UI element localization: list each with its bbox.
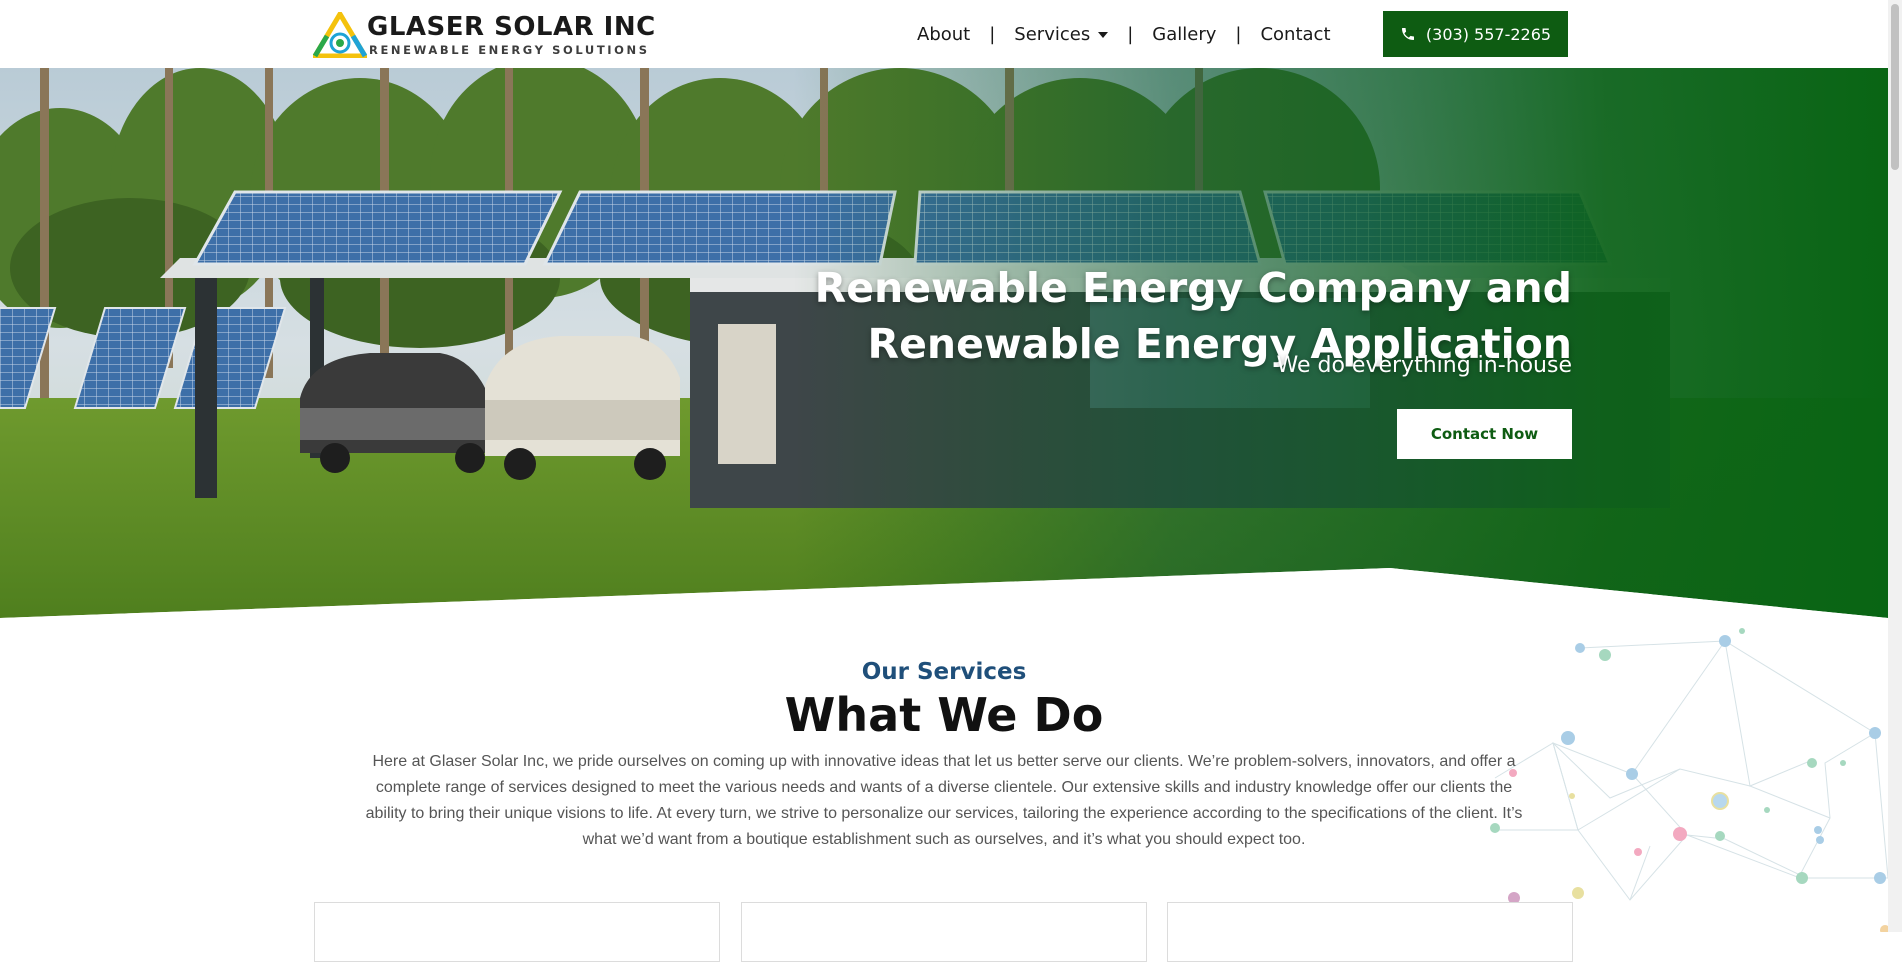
service-card[interactable] xyxy=(741,902,1147,962)
nav-services-label: Services xyxy=(1014,23,1091,45)
services-section: Our Services What We Do Here at Glaser S… xyxy=(0,618,1888,962)
nav-contact[interactable]: Contact xyxy=(1243,24,1347,45)
nav-separator: | xyxy=(1127,23,1134,45)
services-intro-text: Here at Glaser Solar Inc, we pride ourse… xyxy=(365,753,1523,848)
site-logo[interactable]: GLASER SOLAR INC RENEWABLE ENERGY SOLUTI… xyxy=(313,10,655,60)
main-nav: About | Services | Gallery | Contact xyxy=(900,0,1348,68)
hero-section: Renewable Energy Company and Renewable E… xyxy=(0,68,1888,618)
chevron-down-icon xyxy=(1098,32,1109,38)
nav-services[interactable]: Services xyxy=(997,24,1125,45)
contact-now-button[interactable]: Contact Now xyxy=(1397,409,1572,459)
phone-button[interactable]: (303) 557-2265 xyxy=(1383,11,1568,57)
logo-triangle-icon xyxy=(313,12,367,58)
service-card[interactable] xyxy=(1167,902,1573,962)
phone-icon xyxy=(1401,28,1414,40)
nav-about[interactable]: About xyxy=(900,24,987,45)
scrollbar-thumb[interactable] xyxy=(1891,4,1899,170)
nav-gallery[interactable]: Gallery xyxy=(1135,24,1233,45)
logo-name: GLASER SOLAR INC xyxy=(367,12,656,42)
services-title: What We Do xyxy=(784,688,1104,742)
site-header: GLASER SOLAR INC RENEWABLE ENERGY SOLUTI… xyxy=(0,0,1888,68)
nav-separator: | xyxy=(1235,23,1242,45)
services-eyebrow: Our Services xyxy=(861,659,1027,685)
service-card[interactable] xyxy=(314,902,720,962)
page-scrollbar[interactable] xyxy=(1888,0,1902,932)
logo-tagline: RENEWABLE ENERGY SOLUTIONS xyxy=(369,43,650,57)
phone-number: (303) 557-2265 xyxy=(1425,24,1552,44)
hero-subtitle: We do everything in-house xyxy=(1276,353,1573,378)
nav-separator: | xyxy=(989,23,996,45)
hero-title-line-1: Renewable Energy Company and xyxy=(814,264,1572,313)
